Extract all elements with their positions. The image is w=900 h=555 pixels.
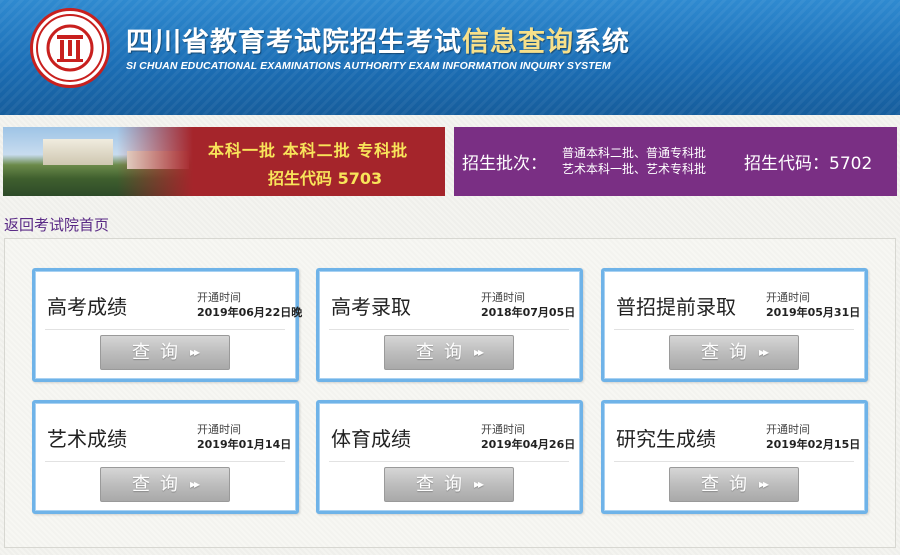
card-early-admission: 普招提前录取 开通时间 2019年05月31日 查询 ▸▸ — [601, 268, 868, 382]
card-divider — [329, 461, 569, 462]
card-open-label: 开通时间 — [766, 291, 810, 304]
banner-right-detail-line2: 艺术本科一批、艺术专科批 — [562, 162, 707, 176]
card-title: 艺术成绩 — [47, 427, 127, 451]
double-chevron-right-icon: ▸▸ — [189, 345, 200, 359]
site-title-part2: 系统 — [574, 27, 630, 58]
card-open-label: 开通时间 — [766, 423, 810, 436]
banner-left-code: 招生代码 5703 — [268, 169, 383, 188]
double-chevron-right-icon: ▸▸ — [758, 345, 769, 359]
campus-photo — [3, 127, 193, 196]
card-divider — [614, 461, 854, 462]
banner-left-batches: 本科一批 本科二批 专科批 — [208, 141, 409, 160]
card-open-date: 2019年02月15日 — [766, 438, 861, 451]
card-open-date: 2019年05月31日 — [766, 306, 861, 319]
query-button-label: 查询 — [700, 474, 757, 495]
site-title: 四川省教育考试院招生考试信息查询系统 — [126, 20, 630, 59]
banner-right-label: 招生批次： — [462, 154, 547, 174]
card-art-score: 艺术成绩 开通时间 2019年01月14日 查询 ▸▸ — [32, 400, 299, 514]
back-home-link[interactable]: 返回考试院首页 — [4, 214, 109, 235]
card-open-label: 开通时间 — [197, 291, 241, 304]
card-open-label: 开通时间 — [481, 291, 525, 304]
banner-left[interactable]: 本科一批 本科二批 专科批 招生代码 5703 — [3, 127, 445, 196]
card-title: 体育成绩 — [331, 427, 411, 451]
query-button[interactable]: 查询 ▸▸ — [669, 467, 799, 502]
card-title: 高考录取 — [331, 295, 411, 319]
card-title: 研究生成绩 — [616, 427, 716, 451]
site-header: 四川省教育考试院招生考试信息查询系统 SI CHUAN EDUCATIONAL … — [0, 0, 900, 115]
double-chevron-right-icon: ▸▸ — [473, 345, 484, 359]
query-button-label: 查询 — [131, 474, 188, 495]
double-chevron-right-icon: ▸▸ — [189, 477, 200, 491]
emblem-logo-icon — [30, 8, 110, 88]
query-button[interactable]: 查询 ▸▸ — [100, 335, 230, 370]
card-open-date: 2018年07月05日 — [481, 306, 576, 319]
card-divider — [45, 461, 285, 462]
query-button-label: 查询 — [700, 342, 757, 363]
card-title: 普招提前录取 — [616, 295, 736, 319]
site-title-part1: 四川省教育考试院招生考试 — [126, 27, 462, 58]
banner-right-detail-line1: 普通本科二批、普通专科批 — [562, 146, 707, 160]
query-button[interactable]: 查询 ▸▸ — [384, 335, 514, 370]
double-chevron-right-icon: ▸▸ — [758, 477, 769, 491]
card-open-label: 开通时间 — [197, 423, 241, 436]
site-subtitle: SI CHUAN EDUCATIONAL EXAMINATIONS AUTHOR… — [126, 60, 611, 72]
banner-right-code: 招生代码：5702 — [744, 154, 873, 174]
card-open-date: 2019年06月22日晚 — [197, 306, 303, 319]
card-divider — [329, 329, 569, 330]
card-divider — [614, 329, 854, 330]
card-gaokao-score: 高考成绩 开通时间 2019年06月22日晚 查询 ▸▸ — [32, 268, 303, 382]
card-divider — [45, 329, 285, 330]
query-button-label: 查询 — [415, 342, 472, 363]
card-sports-score: 体育成绩 开通时间 2019年04月26日 查询 ▸▸ — [316, 400, 583, 514]
double-chevron-right-icon: ▸▸ — [473, 477, 484, 491]
card-title: 高考成绩 — [47, 295, 127, 319]
card-gaokao-admission: 高考录取 开通时间 2018年07月05日 查询 ▸▸ — [316, 268, 583, 382]
query-button[interactable]: 查询 ▸▸ — [384, 467, 514, 502]
query-button-label: 查询 — [415, 474, 472, 495]
banner-right-detail: 普通本科二批、普通专科批 艺术本科一批、艺术专科批 — [562, 145, 706, 177]
banner-right[interactable]: 招生批次： 普通本科二批、普通专科批 艺术本科一批、艺术专科批 招生代码：570… — [454, 127, 897, 196]
card-graduate-score: 研究生成绩 开通时间 2019年02月15日 查询 ▸▸ — [601, 400, 868, 514]
query-panel: 高考成绩 开通时间 2019年06月22日晚 查询 ▸▸ 高考录取 开通时间 20… — [4, 238, 896, 548]
card-open-date: 2019年01月14日 — [197, 438, 292, 451]
query-button[interactable]: 查询 ▸▸ — [100, 467, 230, 502]
card-open-label: 开通时间 — [481, 423, 525, 436]
query-button-label: 查询 — [131, 342, 188, 363]
card-open-date: 2019年04月26日 — [481, 438, 576, 451]
site-title-highlight: 信息查询 — [462, 27, 574, 58]
query-button[interactable]: 查询 ▸▸ — [669, 335, 799, 370]
